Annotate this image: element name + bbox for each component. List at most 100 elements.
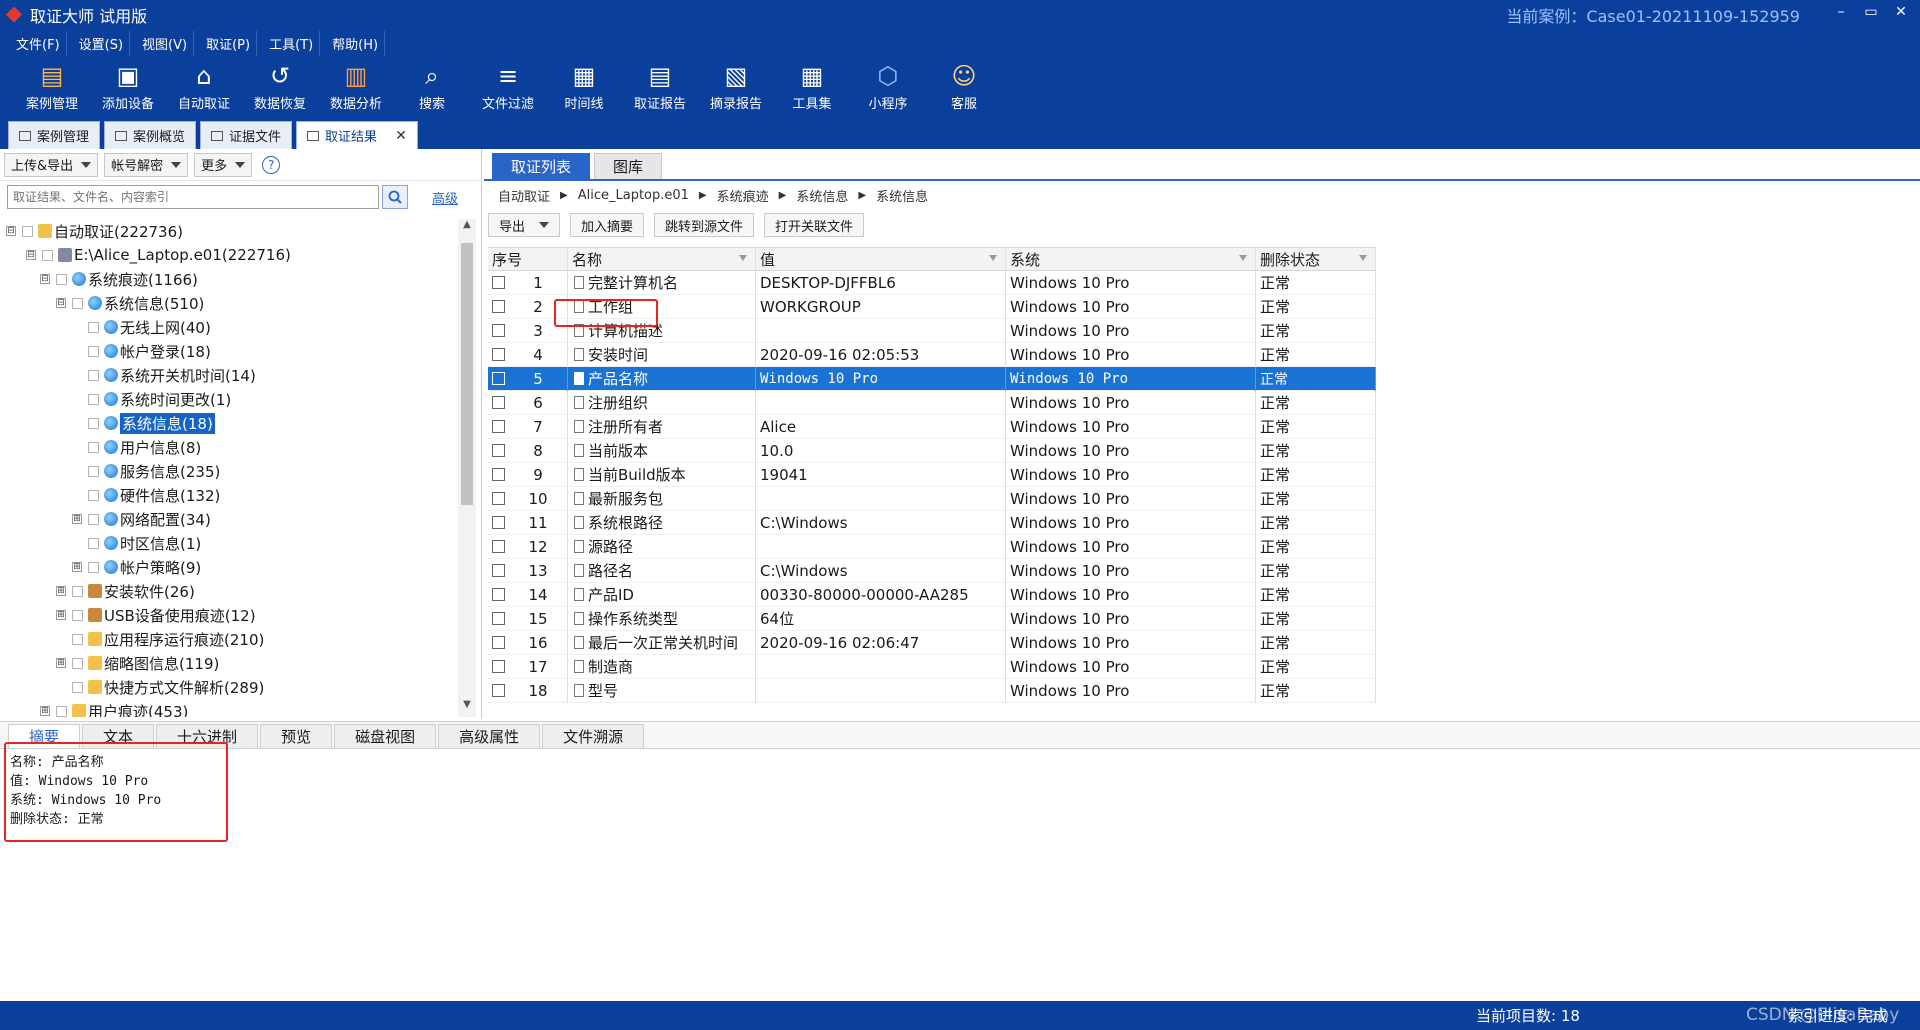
- tree-checkbox[interactable]: [56, 273, 67, 285]
- tab-forensic-results[interactable]: 取证结果 ✕: [296, 121, 418, 149]
- row-checkbox[interactable]: [492, 540, 505, 553]
- tree-checkbox[interactable]: [42, 249, 53, 261]
- tree-checkbox[interactable]: [72, 681, 83, 693]
- menu-settings[interactable]: 设置(S): [73, 30, 131, 56]
- scroll-down-icon[interactable]: ▼: [458, 699, 476, 717]
- tree-node[interactable]: ⊟ 系统痕迹(1166): [0, 267, 458, 291]
- tree-checkbox[interactable]: [88, 369, 99, 381]
- toolbar-button-2[interactable]: ⌂ 自动取证: [166, 57, 242, 117]
- toolbar-button-10[interactable]: ▦ 工具集: [774, 57, 850, 117]
- breadcrumb-item[interactable]: 系统信息: [796, 186, 848, 205]
- tree-node[interactable]: 系统时间更改(1): [0, 387, 458, 411]
- tree-node[interactable]: ⊞ USB设备使用痕迹(12): [0, 603, 458, 627]
- tree-checkbox[interactable]: [88, 561, 99, 573]
- expand-icon[interactable]: ⊞: [56, 658, 66, 668]
- filter-icon[interactable]: [1359, 255, 1367, 261]
- tree-checkbox[interactable]: [72, 609, 83, 621]
- toolbar-button-3[interactable]: ↺ 数据恢复: [242, 57, 318, 117]
- row-checkbox[interactable]: [492, 396, 505, 409]
- tree-checkbox[interactable]: [72, 297, 83, 309]
- tree-checkbox[interactable]: [22, 225, 33, 237]
- more-dropdown[interactable]: 更多: [194, 152, 253, 177]
- expand-icon[interactable]: ⊞: [72, 562, 82, 572]
- tree-node[interactable]: 系统信息(18): [0, 411, 458, 435]
- toolbar-button-1[interactable]: ▣ 添加设备: [90, 57, 166, 117]
- collapse-icon[interactable]: ⊟: [6, 226, 16, 236]
- filter-icon[interactable]: [1239, 255, 1247, 261]
- tab-result-list[interactable]: 取证列表: [492, 153, 591, 179]
- tab-disk-view[interactable]: 磁盘视图: [334, 724, 437, 748]
- collapse-icon[interactable]: ⊟: [40, 274, 50, 284]
- table-row[interactable]: 10 最新服务包 Windows 10 Pro 正常: [488, 486, 1376, 511]
- column-header-delete-status[interactable]: 删除状态: [1256, 247, 1376, 271]
- row-checkbox[interactable]: [492, 564, 505, 577]
- tree-checkbox[interactable]: [88, 393, 99, 405]
- tab-case-manage[interactable]: 案例管理: [8, 121, 101, 149]
- tab-advanced-props[interactable]: 高级属性: [438, 724, 541, 748]
- toolbar-button-5[interactable]: ⌕ 搜索: [394, 57, 470, 117]
- tree-checkbox[interactable]: [88, 513, 99, 525]
- tab-file-trace[interactable]: 文件溯源: [542, 724, 645, 748]
- collapse-icon[interactable]: ⊟: [26, 250, 36, 260]
- tree-checkbox[interactable]: [88, 345, 99, 357]
- table-row[interactable]: 16 最后一次正常关机时间 2020-09-16 02:06:47 Windows 1…: [488, 630, 1376, 655]
- table-row[interactable]: 2 工作组 WORKGROUP Windows 10 Pro 正常: [488, 294, 1376, 319]
- tree-node[interactable]: ⊞ 缩略图信息(119): [0, 651, 458, 675]
- table-row[interactable]: 12 源路径 Windows 10 Pro 正常: [488, 534, 1376, 559]
- tree-node[interactable]: ⊟ 自动取证(222736): [0, 219, 458, 243]
- row-checkbox[interactable]: [492, 348, 505, 361]
- menu-view[interactable]: 视图(V): [136, 30, 195, 56]
- row-checkbox[interactable]: [492, 276, 505, 289]
- tree-node[interactable]: 用户信息(8): [0, 435, 458, 459]
- collapse-icon[interactable]: ⊟: [56, 298, 66, 308]
- row-checkbox[interactable]: [492, 468, 505, 481]
- tree-checkbox[interactable]: [72, 585, 83, 597]
- maximize-button[interactable]: ▭: [1856, 4, 1886, 20]
- menu-forensics[interactable]: 取证(P): [200, 30, 258, 56]
- advanced-search-link[interactable]: 高级: [432, 188, 458, 207]
- minimize-button[interactable]: –: [1826, 4, 1856, 20]
- row-checkbox[interactable]: [492, 492, 505, 505]
- tab-gallery[interactable]: 图库: [594, 153, 663, 179]
- table-row[interactable]: 17 制造商 Windows 10 Pro 正常: [488, 654, 1376, 679]
- filter-icon[interactable]: [739, 255, 747, 261]
- account-decrypt-dropdown[interactable]: 帐号解密: [104, 152, 189, 177]
- close-button[interactable]: ✕: [1886, 4, 1916, 20]
- tree-node[interactable]: ⊞ 安装软件(26): [0, 579, 458, 603]
- row-checkbox[interactable]: [492, 636, 505, 649]
- table-row[interactable]: 18 型号 Windows 10 Pro 正常: [488, 678, 1376, 703]
- tree-checkbox[interactable]: [88, 465, 99, 477]
- row-checkbox[interactable]: [492, 660, 505, 673]
- tree-node[interactable]: ⊟ 系统信息(510): [0, 291, 458, 315]
- menu-file[interactable]: 文件(F): [10, 30, 67, 56]
- tree-node[interactable]: ⊟ E:\Alice_Laptop.e01(222716): [0, 243, 458, 267]
- row-checkbox[interactable]: [492, 588, 505, 601]
- toolbar-button-4[interactable]: ▥ 数据分析: [318, 57, 394, 117]
- tree-node[interactable]: 无线上网(40): [0, 315, 458, 339]
- row-checkbox[interactable]: [492, 324, 505, 337]
- tab-text[interactable]: 文本: [82, 724, 155, 748]
- breadcrumb-item[interactable]: 自动取证: [498, 186, 550, 205]
- table-row[interactable]: 1 完整计算机名 DESKTOP-DJFFBL6 Windows 10 Pro 正常: [488, 270, 1376, 295]
- table-row[interactable]: 3 计算机描述 Windows 10 Pro 正常: [488, 318, 1376, 343]
- toolbar-button-12[interactable]: ☺ 客服: [926, 57, 1002, 117]
- add-summary-button[interactable]: 加入摘要: [570, 213, 645, 237]
- row-checkbox[interactable]: [492, 684, 505, 697]
- tab-summary[interactable]: 摘要: [8, 724, 81, 748]
- toolbar-button-7[interactable]: ▦ 时间线: [546, 57, 622, 117]
- table-row[interactable]: 9 当前Build版本 19041 Windows 10 Pro 正常: [488, 462, 1376, 487]
- breadcrumb-item[interactable]: 系统信息: [876, 186, 928, 205]
- tab-preview[interactable]: 预览: [260, 724, 333, 748]
- search-input[interactable]: [7, 185, 379, 209]
- tree-node[interactable]: 应用程序运行痕迹(210): [0, 627, 458, 651]
- table-row[interactable]: 15 操作系统类型 64位 Windows 10 Pro 正常: [488, 606, 1376, 631]
- tree-checkbox[interactable]: [72, 657, 83, 669]
- toolbar-button-9[interactable]: ▧ 摘录报告: [698, 57, 774, 117]
- tab-evidence-files[interactable]: 证据文件: [200, 121, 293, 149]
- breadcrumb-item[interactable]: 系统痕迹: [717, 186, 769, 205]
- tree-node[interactable]: 时区信息(1): [0, 531, 458, 555]
- scroll-thumb[interactable]: [461, 243, 473, 505]
- table-row[interactable]: 4 安装时间 2020-09-16 02:05:53 Windows 10 Pro 正常: [488, 342, 1376, 367]
- table-row[interactable]: 6 注册组织 Windows 10 Pro 正常: [488, 390, 1376, 415]
- column-header-value[interactable]: 值: [756, 247, 1006, 271]
